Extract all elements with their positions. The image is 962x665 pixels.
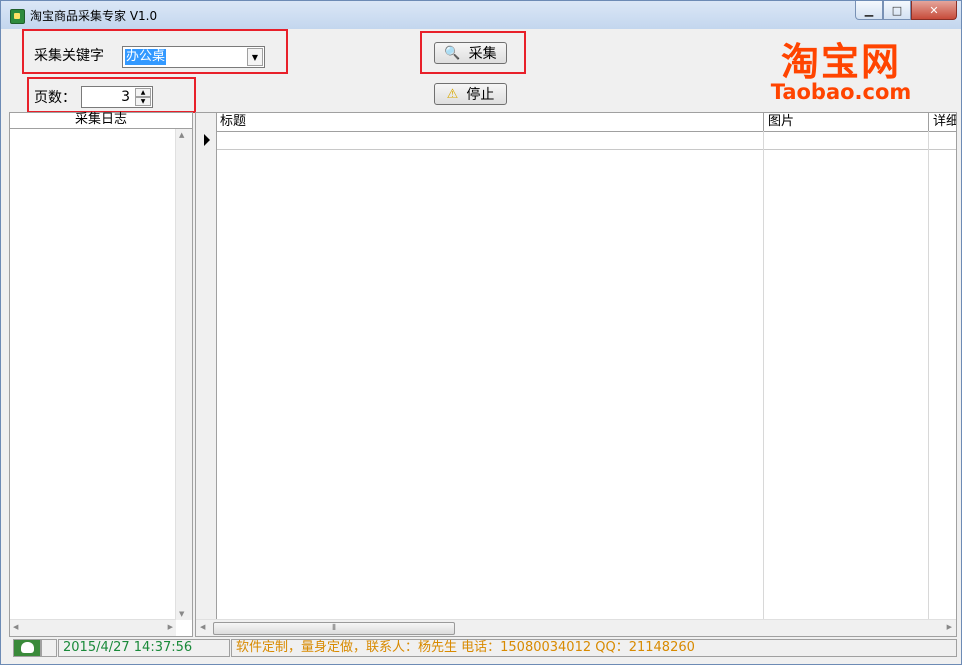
grid-horizontal-scrollbar[interactable]: ◀ ⦀ ▶ [196, 619, 956, 636]
window-title: 淘宝商品采集专家 V1.0 [30, 9, 158, 23]
minimize-button[interactable]: ▁ [855, 1, 883, 20]
table-row[interactable] [196, 131, 956, 150]
log-panel[interactable]: 采集日志 ▲ ▼ ◀ ▶ [9, 112, 193, 637]
current-row-pointer-icon [204, 134, 210, 146]
status-contact-info: 软件定制，量身定做，联系人：杨先生 电话：15080034012 QQ：2114… [231, 639, 957, 657]
logo-english: Taobao.com [770, 80, 912, 104]
status-app-icon [13, 639, 41, 657]
column-divider [928, 131, 929, 620]
keyword-label: 采集关键字 [34, 48, 104, 64]
grid-row-indicator [196, 131, 217, 619]
collect-button[interactable]: 🔍 采集 [434, 42, 507, 64]
scroll-right-icon[interactable]: ▶ [947, 623, 952, 631]
maximize-button[interactable]: □ [883, 1, 911, 20]
column-header-image[interactable]: 图片 [764, 113, 929, 131]
scroll-up-icon[interactable]: ▲ [179, 131, 184, 139]
magnifier-icon: 🔍 [444, 45, 461, 61]
main-window: 淘宝商品采集专家 V1.0 ▁ □ ✕ 采集关键字 办公桌 ▼ 页数： 3 ▲ … [0, 0, 962, 665]
app-icon [10, 9, 25, 24]
grid-header-row: 标题 图片 详细 [196, 113, 956, 132]
stop-button-label: 停止 [466, 87, 495, 103]
log-panel-header: 采集日志 [10, 113, 192, 129]
taobao-logo: 淘宝网 Taobao.com [761, 41, 921, 103]
scroll-down-icon[interactable]: ▼ [179, 610, 184, 618]
column-header-title[interactable]: 标题 [216, 113, 764, 131]
scroll-right-icon[interactable]: ▶ [168, 623, 173, 631]
logo-chinese: 淘宝网 [780, 40, 901, 84]
status-bar: 2015/4/27 14:37:56 软件定制，量身定做，联系人：杨先生 电话：… [9, 639, 957, 659]
spin-down-icon[interactable]: ▼ [135, 97, 151, 106]
spin-up-icon[interactable]: ▲ [135, 88, 151, 97]
keyword-value[interactable]: 办公桌 [125, 49, 167, 65]
pages-spin-buttons: ▲ ▼ [135, 88, 151, 106]
collect-button-label: 采集 [468, 46, 497, 62]
close-button[interactable]: ✕ [911, 1, 957, 20]
grid-indicator-header [196, 113, 217, 131]
title-bar: 淘宝商品采集专家 V1.0 ▁ □ ✕ [1, 1, 961, 29]
scroll-left-icon[interactable]: ◀ [200, 623, 205, 631]
results-grid[interactable]: 标题 图片 详细 ◀ ⦀ ▶ [195, 112, 957, 637]
status-blank-panel [41, 639, 57, 657]
stop-button[interactable]: ⚠ 停止 [434, 83, 507, 105]
scrollbar-thumb[interactable]: ⦀ [213, 622, 455, 635]
log-vertical-scrollbar[interactable]: ▲ ▼ [175, 129, 192, 620]
warning-icon: ⚠ [446, 86, 459, 102]
keyword-combobox[interactable]: 办公桌 ▼ [122, 46, 265, 68]
pages-label: 页数： [34, 90, 76, 106]
pages-value[interactable]: 3 [121, 89, 130, 105]
scroll-left-icon[interactable]: ◀ [13, 623, 18, 631]
window-controls: ▁ □ ✕ [855, 1, 957, 21]
pages-spinbox[interactable]: 3 ▲ ▼ [81, 86, 153, 108]
column-divider [763, 131, 764, 620]
log-horizontal-scrollbar[interactable]: ◀ ▶ [10, 619, 176, 636]
column-header-detail[interactable]: 详细 [929, 113, 956, 131]
chevron-down-icon[interactable]: ▼ [247, 48, 263, 66]
status-datetime: 2015/4/27 14:37:56 [58, 639, 230, 657]
